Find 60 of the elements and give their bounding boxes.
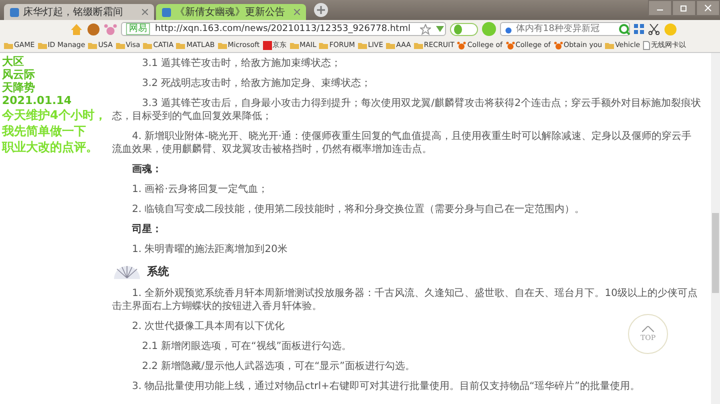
folder-icon [143,42,152,48]
site-label: 网易 [126,23,150,35]
scissors-icon[interactable] [648,24,660,34]
address-bar[interactable]: 网易 http://xqn.163.com/news/20210113/12353_926778.html [121,22,446,36]
page-icon [10,8,19,16]
browser-tab[interactable]: 《新倩女幽魂》更新公告 [156,4,306,20]
overlay-caption: 2021.01.14 [2,94,73,107]
subheading: 司星： [131,223,163,236]
home-icon[interactable] [70,22,83,36]
grid-icon[interactable] [634,24,644,34]
folder-icon [605,42,614,48]
folder-icon [386,42,396,48]
folder-icon [358,42,367,48]
paragraph: 4. 新增职业附体-晓光开、晓光开·通：使偃师夜重生回复的气血值提高，且使用夜重生时可以解除减速、定身以及偃师的穿云手流血效果，使用麒麟臂、双龙翼攻击被格挡时，仍然有概率增加连击点。 [112,130,693,156]
overlay-caption: 天降势 [2,81,36,94]
overlay-caption: 大区 [2,55,25,68]
tab-title: 床华灯起，铭缀断霜间 [23,6,124,19]
folder-icon [218,42,227,48]
site-icon [262,40,272,50]
folder-icon [88,42,98,48]
overlay-caption: 今天维护4个小时， [2,107,106,123]
close-tab-icon[interactable] [294,9,300,15]
folder-icon [116,42,125,48]
paragraph: 3.1 遁其锋芒攻击时，给敌方施加束缚状态； [141,57,342,70]
star-icon[interactable] [420,24,432,34]
browser-tab[interactable]: 床华灯起，铭缀断霜间 [4,4,154,20]
folder-icon [414,42,423,48]
folder-icon [4,42,13,48]
folder-icon [319,42,328,48]
chevron-up-icon [642,326,654,332]
page-icon [643,40,650,50]
paragraph: 3.3 遁其锋芒攻击后，自身最小攻击力得到提升；每次使用双龙翼/麒麟臂攻击将获得2个连击点；穿云手额外对目标施加裂痕状态，目标受到的气血回复效果降低； [112,97,701,123]
page-icon [162,8,171,16]
paragraph: 3. 物品批量使用功能上线，通过对物品ctrl+右键即可对其进行批量使用。目前仅支持物品“瑶华碎片”的批量使用。 [131,380,640,393]
paragraph: 2.2 新增隐藏/显示他人武器选项，可在“显示”面板进行勾选。 [141,360,415,373]
close-tab-icon[interactable] [142,9,148,15]
fan-icon [112,263,142,279]
new-tab-icon[interactable] [314,3,328,17]
close-icon[interactable] [696,0,720,16]
folder-icon [38,42,47,48]
search-icon[interactable] [619,24,630,34]
dropdown-icon[interactable] [436,26,444,32]
paragraph: 2. 次世代摄像工具本周有以下优化 [131,320,285,333]
folder-icon [176,42,186,48]
paragraph: 1. 朱明青曜的施法距离增加到20米 [131,243,288,256]
section-heading: 系统 [147,264,169,279]
restore-icon[interactable] [672,0,696,16]
paragraph: 1. 画裕·云身将回复一定气血； [131,183,268,196]
folder-icon [290,42,299,48]
scrollbar[interactable] [711,53,720,404]
tab-title: 《新倩女幽魂》更新公告 [175,6,286,19]
url-text: http://xqn.163.com/news/20210113/12353_926778.html [155,24,410,34]
overlay-caption: 职业大改的点评。 [2,139,99,155]
paragraph: 2. 临镜自写变成二段技能，使用第二段技能时，将和分身交换位置（需要分身与自己在一定范围内）。 [131,203,585,216]
overlay-caption: 风云际 [2,68,36,81]
paragraph: 2.1 新增闭眼选项，可在“视线”面板进行勾选。 [141,340,352,353]
subheading: 画魂： [131,163,163,176]
overlay-caption: 我先简单做一下 [2,123,87,139]
paragraph: 3.2 死战明志攻击时，给敌方施加定身、束缚状态； [141,77,372,90]
paragraph: 1. 全新外观预览系统香月轩本周新增测试投放服务器：千古风流、久逢知己、盛世歌、自在天、瑶台月下。10级以上的少侠可点击主界面右上方蝴蝶状的按钮进入香月轩体验。 [112,287,698,313]
